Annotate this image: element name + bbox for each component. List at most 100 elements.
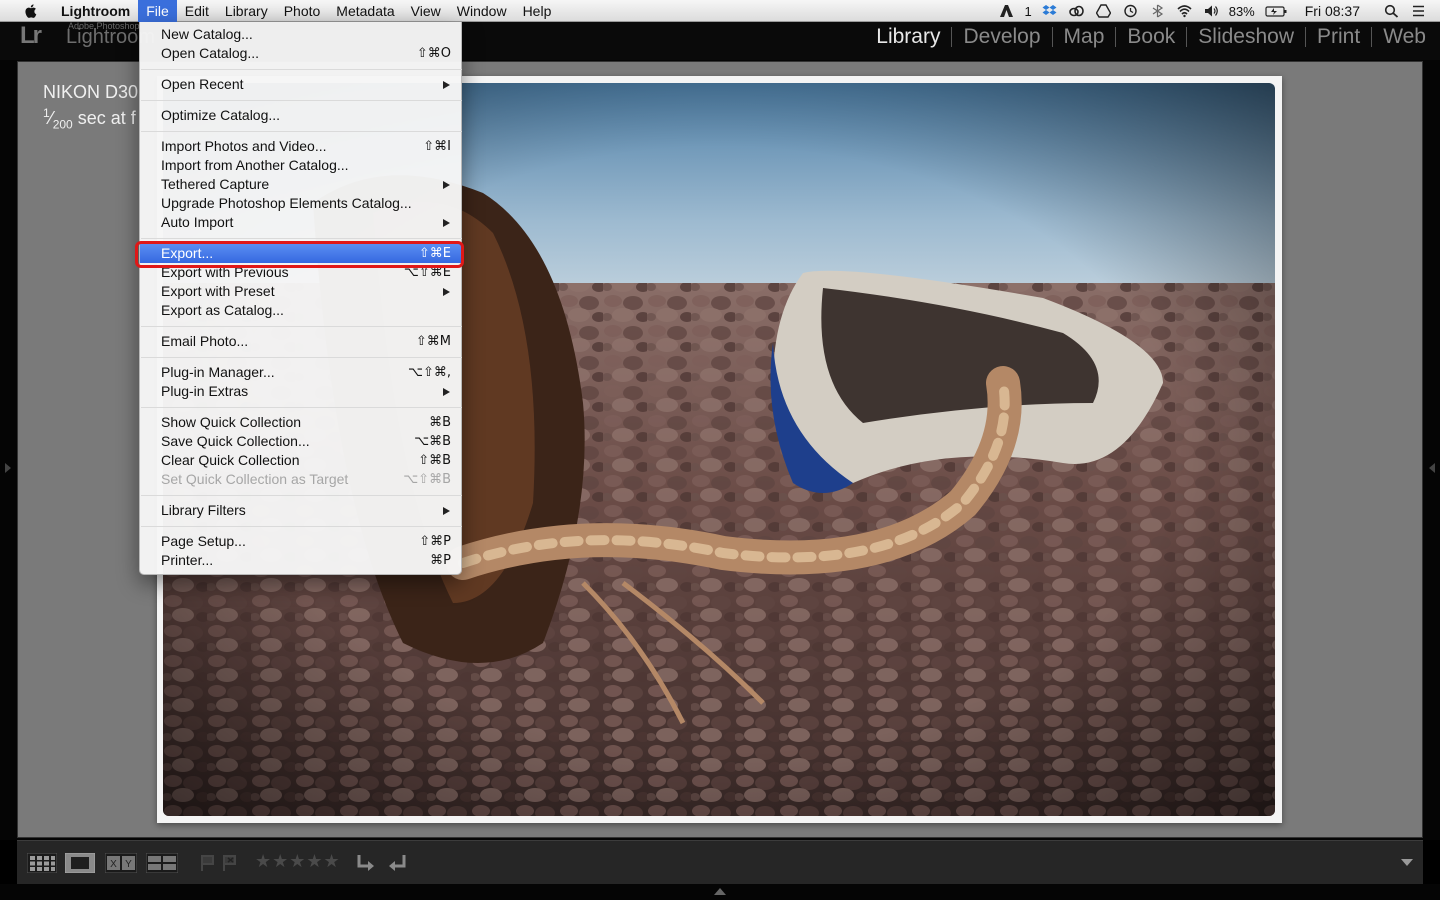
menu-item-auto-import[interactable]: Auto Import [140, 213, 463, 232]
toolbar-content-menu-icon[interactable] [1401, 859, 1413, 866]
submenu-arrow-icon [443, 81, 450, 89]
svg-text:X: X [110, 859, 117, 870]
submenu-arrow-icon [443, 181, 450, 189]
module-separator [1115, 27, 1117, 47]
menu-photo[interactable]: Photo [276, 0, 329, 22]
menu-item-label: Open Catalog... [161, 45, 260, 61]
clock[interactable]: Fri 08:37 [1305, 3, 1360, 19]
shortcut-label: ⌥⇧⌘, [407, 365, 451, 380]
menu-item-label: Plug-in Manager... [161, 364, 275, 380]
survey-view-icon[interactable] [146, 853, 178, 873]
menu-item-label: Page Setup... [161, 533, 246, 549]
module-slideshow[interactable]: Slideshow [1190, 25, 1302, 49]
filmstrip-toggle-icon[interactable] [714, 888, 726, 895]
grid-view-icon[interactable] [27, 853, 57, 873]
info-overlay-exposure: 1⁄200 sec at f [43, 106, 136, 132]
menu-item-import-another-catalog[interactable]: Import from Another Catalog... [140, 156, 463, 175]
menu-item-open-recent[interactable]: Open Recent [140, 75, 463, 94]
menu-app-lightroom[interactable]: Lightroom [53, 0, 138, 22]
rotate-left-icon[interactable] [355, 852, 377, 874]
menu-window[interactable]: Window [449, 0, 515, 22]
shortcut-label: ⌘B [429, 415, 451, 430]
battery-percent: 83% [1228, 3, 1255, 19]
menu-item-open-catalog[interactable]: Open Catalog... ⇧⌘O [140, 44, 463, 63]
module-separator [1371, 27, 1373, 47]
menu-view[interactable]: View [403, 0, 449, 22]
time-machine-icon[interactable] [1123, 4, 1138, 18]
menu-item-label: New Catalog... [161, 26, 253, 42]
apple-logo-icon[interactable] [21, 3, 41, 19]
menu-item-label: Auto Import [161, 214, 234, 230]
star-rating[interactable]: ★★★★★ [255, 851, 341, 872]
wifi-icon[interactable] [1177, 4, 1192, 18]
menu-item-label: Set Quick Collection as Target [161, 471, 349, 487]
adobe-updater-icon[interactable] [999, 4, 1014, 18]
volume-icon[interactable] [1204, 4, 1219, 18]
module-web[interactable]: Web [1375, 25, 1434, 49]
exposure-denominator: 200 [52, 117, 73, 132]
module-print[interactable]: Print [1309, 25, 1368, 49]
module-book[interactable]: Book [1119, 25, 1183, 49]
flag-pick-icon[interactable] [201, 854, 215, 872]
menu-help[interactable]: Help [515, 0, 560, 22]
menu-item-tethered-capture[interactable]: Tethered Capture [140, 175, 463, 194]
menu-item-export-with-preset[interactable]: Export with Preset [140, 282, 463, 301]
menu-item-printer[interactable]: Printer... ⌘P [140, 551, 463, 570]
shortcut-label: ⌥⇧⌘B [403, 472, 451, 487]
google-drive-icon[interactable] [1095, 4, 1111, 18]
menu-item-label: Email Photo... [161, 333, 249, 349]
shortcut-label: ⌥⌘B [414, 434, 451, 449]
menu-item-plugin-manager[interactable]: Plug-in Manager... ⌥⇧⌘, [140, 363, 463, 382]
menu-item-import-photos[interactable]: Import Photos and Video... ⇧⌘I [140, 137, 463, 156]
module-library[interactable]: Library [868, 25, 948, 49]
menu-item-optimize-catalog[interactable]: Optimize Catalog... [140, 106, 463, 125]
module-picker: Library Develop Map Book Slideshow Print… [868, 25, 1434, 49]
menu-separator [141, 69, 462, 70]
bluetooth-icon[interactable] [1150, 4, 1165, 18]
loupe-view-icon[interactable] [65, 853, 95, 873]
module-separator [1051, 27, 1053, 47]
menu-item-email-photo[interactable]: Email Photo... ⇧⌘M [140, 332, 463, 351]
submenu-arrow-icon [443, 219, 450, 227]
rotate-right-icon[interactable] [386, 852, 408, 874]
flag-reject-icon[interactable] [223, 854, 237, 872]
left-panel-toggle-icon[interactable] [5, 463, 11, 473]
menu-item-new-catalog[interactable]: New Catalog... [140, 25, 463, 44]
menu-item-upgrade-pse-catalog[interactable]: Upgrade Photoshop Elements Catalog... [140, 194, 463, 213]
adobe-count: 1 [1024, 3, 1032, 19]
menu-item-plugin-extras[interactable]: Plug-in Extras [140, 382, 463, 401]
submenu-arrow-icon [443, 288, 450, 296]
menu-item-label: Upgrade Photoshop Elements Catalog... [161, 195, 412, 211]
creative-cloud-icon[interactable] [1068, 4, 1084, 18]
menu-library[interactable]: Library [217, 0, 276, 22]
menu-separator [141, 526, 462, 527]
status-area: 1 83% Fri 08:37 [993, 0, 1440, 22]
menu-item-clear-quick-collection[interactable]: Clear Quick Collection ⇧⌘B [140, 451, 463, 470]
menu-file[interactable]: File [138, 0, 177, 22]
module-develop[interactable]: Develop [955, 25, 1048, 49]
submenu-arrow-icon [443, 388, 450, 396]
notification-center-icon[interactable] [1411, 4, 1426, 18]
menu-item-label: Import Photos and Video... [161, 138, 327, 154]
menu-item-library-filters[interactable]: Library Filters [140, 501, 463, 520]
menu-item-save-quick-collection[interactable]: Save Quick Collection... ⌥⌘B [140, 432, 463, 451]
menu-edit[interactable]: Edit [177, 0, 217, 22]
module-separator [1186, 27, 1188, 47]
menu-item-label: Open Recent [161, 76, 244, 92]
spotlight-search-icon[interactable] [1384, 4, 1399, 18]
menu-item-label: Export as Catalog... [161, 302, 284, 318]
menu-separator [141, 326, 462, 327]
battery-icon[interactable] [1265, 4, 1287, 18]
module-map[interactable]: Map [1056, 25, 1113, 49]
menu-item-show-quick-collection[interactable]: Show Quick Collection ⌘B [140, 413, 463, 432]
shortcut-label: ⇧⌘B [418, 453, 451, 468]
menu-item-export-as-catalog[interactable]: Export as Catalog... [140, 301, 463, 320]
compare-view-icon[interactable]: X Y [105, 853, 137, 873]
menu-metadata[interactable]: Metadata [328, 0, 402, 22]
shortcut-label: ⇧⌘O [416, 46, 451, 61]
menu-item-label: Save Quick Collection... [161, 433, 310, 449]
menu-item-page-setup[interactable]: Page Setup... ⇧⌘P [140, 532, 463, 551]
right-panel-toggle-icon[interactable] [1429, 463, 1435, 473]
module-separator [951, 27, 953, 47]
dropbox-icon[interactable] [1042, 4, 1057, 18]
